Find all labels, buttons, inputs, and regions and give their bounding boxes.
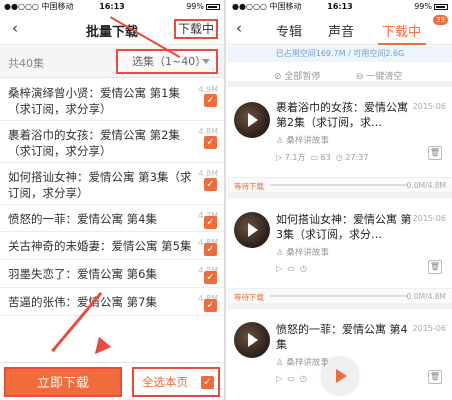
duration: 27:37 [345,153,369,162]
item-date: 2015-06 [412,214,446,223]
trash-icon[interactable]: 🗑 [428,370,442,384]
bottom-action-bar: 立即下载 全选本页 ✓ [0,362,224,400]
status-right: 99% [186,0,220,13]
plays-count: 7.1万 [284,153,306,162]
battery-percent: 99% [414,2,432,11]
item-title: 裹着浴巾的女孩：爱情公寓 第2集（求订阅，求… [276,101,408,129]
status-bar: ●●○○○ 中国移动 16:13 99% [228,0,452,13]
status-right: 99% [414,0,448,13]
select-all-page-button[interactable]: 全选本页 ✓ [132,367,220,397]
item-date: 2015-06 [412,324,446,333]
play-icon [248,113,258,127]
battery-icon [434,3,448,10]
episode-row[interactable]: 苦逼的张伟：爱情公寓 第7集 4.8M ✓ [0,288,224,316]
checkbox-checked-icon[interactable]: ✓ [204,243,217,256]
floating-player-button[interactable] [322,358,358,394]
cover-thumbnail[interactable] [234,102,270,138]
cover-thumbnail[interactable] [234,212,270,248]
download-size: 0.0M/4.8M [406,292,446,301]
episode-title: 裹着浴巾的女孩：爱情公寓 第2集（求订阅，求分享） [8,128,180,158]
item-author: ♙ 桑梓讲故事 [276,358,329,368]
episode-list: 桑梓演绎曾小贤：爱情公寓 第1集（求订阅，求分享） 4.9M ✓ 裹着浴巾的女孩… [0,79,224,316]
select-all-label: 全选本页 [142,375,188,389]
tab-sound[interactable]: 声音 [328,21,354,40]
caret-down-icon [202,59,210,64]
cover-thumbnail[interactable] [234,322,270,358]
episode-row[interactable]: 羽墨失恋了：爱情公寓 第6集 4.8M ✓ [0,260,224,288]
download-status: 等待下载 [234,293,264,302]
episode-title: 苦逼的张伟：爱情公寓 第7集 [8,295,157,309]
author-name: 桑梓讲故事 [286,248,329,258]
checkbox-checked-icon[interactable]: ✓ [201,376,214,389]
download-progress: 等待下载 0.0M/4.8M [228,288,452,309]
episode-row[interactable]: 裹着浴巾的女孩：爱情公寓 第2集（求订阅，求分享） 4.8M ✓ [0,121,224,163]
episode-title: 羽墨失恋了：爱情公寓 第6集 [8,267,157,281]
download-size: 0.0M/4.8M [406,181,446,190]
download-item[interactable]: 裹着浴巾的女孩：爱情公寓 第2集（求订阅，求… 2015-06 ♙ 桑梓讲故事 … [228,94,452,174]
checkbox-checked-icon[interactable]: ✓ [204,136,217,149]
annotation-arrowhead [88,336,112,360]
item-stats: ▷ 7.1万 ▭ 63 ◷ 27:37 [276,153,369,162]
download-item[interactable]: 如何搭讪女神：爱情公寓 第3集（求订阅，求分… 2015-06 ♙ 桑梓讲故事 … [228,200,452,284]
battery-percent: 99% [186,2,204,11]
downloading-count-badge: 39 [433,15,448,25]
episode-title: 关古神奇的未婚妻：爱情公寓 第5集 [8,239,192,253]
item-title: 如何搭讪女神：爱情公寓 第3集（求订阅，求分… [276,213,412,241]
checkbox-checked-icon[interactable]: ✓ [204,271,217,284]
episode-title: 如何搭讪女神：爱情公寓 第3集（求订阅，求分享） [8,170,192,200]
download-status: 等待下载 [234,182,264,191]
active-tab-indicator [378,43,426,45]
item-stats: ▷ ▭ ◷ [276,374,307,383]
pause-all-button[interactable]: ⊘ 全部暂停 [274,69,320,82]
progress-track [270,184,408,186]
back-chevron-icon[interactable]: ‹ [236,19,242,37]
author-name: 桑梓讲故事 [286,136,329,146]
filter-bar: 共40集 选集（1~40） [0,46,224,78]
item-stats: ▷ ▭ ◷ [276,264,307,273]
episode-title: 愤怒的一菲：爱情公寓 第4集 [8,212,157,226]
author-name: 桑梓讲故事 [286,358,329,368]
progress-track [270,295,408,297]
clear-all-button[interactable]: ⊖ 一键清空 [356,69,402,82]
episode-title: 桑梓演绎曾小贤：爱情公寓 第1集（求订阅，求分享） [8,86,180,116]
pause-all-label: 全部暂停 [284,72,321,82]
batch-download-screen: ●●○○○ 中国移动 16:13 99% ‹ 批量下载 下载中 共40集 选集（… [0,0,226,400]
tab-album[interactable]: 专辑 [276,21,302,40]
episode-range-select[interactable]: 选集（1~40） [116,49,218,74]
play-icon [248,333,258,347]
item-author: ♙ 桑梓讲故事 [276,248,329,258]
episode-row[interactable]: 桑梓演绎曾小贤：爱情公寓 第1集（求订阅，求分享） 4.9M ✓ [0,79,224,121]
trash-icon[interactable]: 🗑 [428,146,442,160]
download-now-button[interactable]: 立即下载 [4,367,122,397]
item-title: 愤怒的一菲：爱情公寓 第4集 [276,323,408,351]
comments-count: 63 [320,153,331,162]
play-icon [248,223,258,237]
downloading-screen: ●●○○○ 中国移动 16:13 99% ‹ 专辑 声音 下载中 39 已占用空… [228,0,452,400]
episode-row[interactable]: 如何搭讪女神：爱情公寓 第3集（求订阅，求分享） 4.8M ✓ [0,163,224,205]
trash-icon[interactable]: 🗑 [428,260,442,274]
status-bar: ●●○○○ 中国移动 16:13 99% [0,0,224,13]
item-author: ♙ 桑梓讲故事 [276,136,329,146]
checkbox-checked-icon[interactable]: ✓ [204,178,217,191]
checkbox-checked-icon[interactable]: ✓ [204,299,217,312]
episode-count: 共40集 [8,57,44,70]
checkbox-checked-icon[interactable]: ✓ [204,216,217,229]
bulk-actions: ⊘ 全部暂停 ⊖ 一键清空 [228,63,452,87]
storage-info: 已占用空间169.7M / 可用空间2.6G [228,46,452,62]
play-icon [336,369,347,383]
tab-downloading[interactable]: 下载中 [382,21,421,40]
episode-row[interactable]: 愤怒的一菲：爱情公寓 第4集 4.7M ✓ [0,205,224,232]
item-date: 2015-06 [412,102,446,111]
battery-icon [206,3,220,10]
download-progress: 等待下载 0.0M/4.8M [228,177,452,198]
checkbox-checked-icon[interactable]: ✓ [204,94,217,107]
downloading-link[interactable]: 下载中 [173,19,218,39]
tab-header: ‹ 专辑 声音 下载中 39 [228,13,452,45]
clear-all-label: 一键清空 [366,72,403,82]
episode-range-label: 选集（1~40） [132,55,207,68]
episode-row[interactable]: 关古神奇的未婚妻：爱情公寓 第5集 4.8M ✓ [0,232,224,260]
